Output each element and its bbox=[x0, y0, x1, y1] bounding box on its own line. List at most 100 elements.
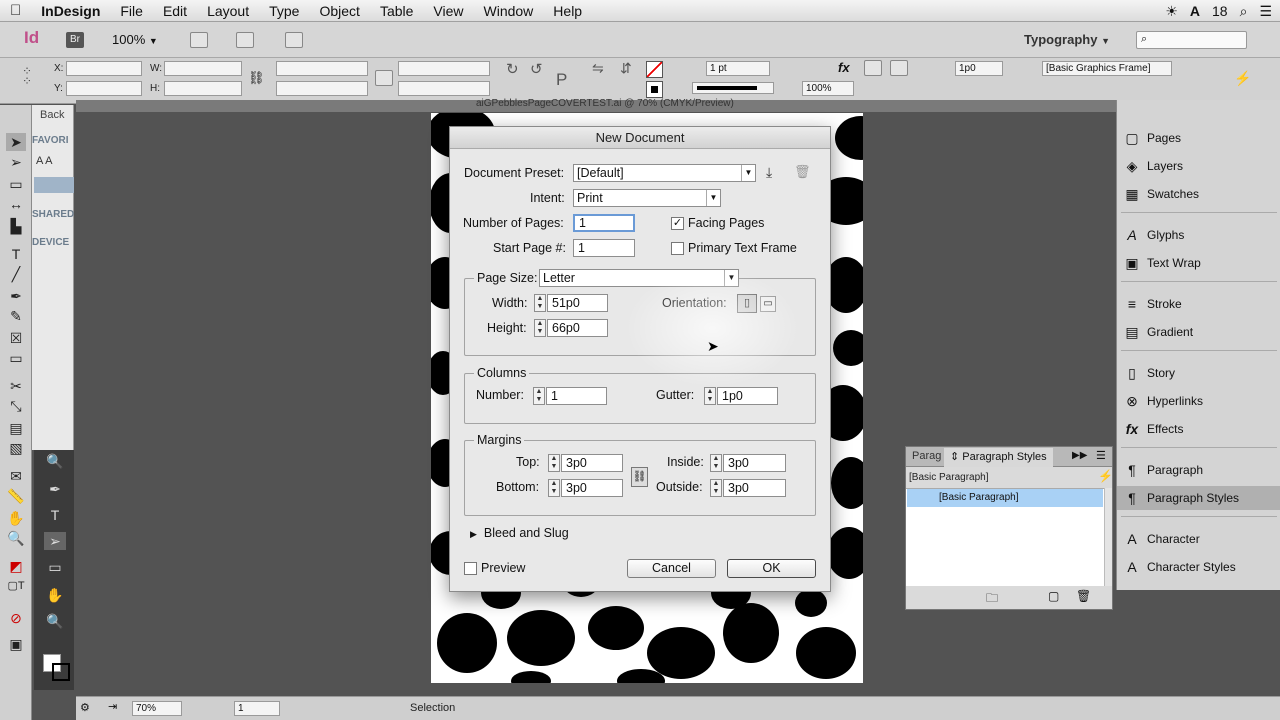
status-page-field[interactable]: 1 bbox=[234, 701, 280, 716]
favorites-item[interactable]: A A bbox=[36, 155, 53, 167]
facing-pages-checkbox[interactable]: ✓ bbox=[671, 217, 684, 230]
rectangle-frame-tool-icon[interactable]: ☒ bbox=[6, 329, 26, 347]
panel-collapse-icon[interactable]: ▶▶ bbox=[1072, 450, 1087, 461]
new-group-icon[interactable]: 🗀 bbox=[986, 589, 998, 610]
shear-field[interactable] bbox=[398, 81, 490, 96]
margin-inside-input[interactable]: 3p0 bbox=[723, 454, 786, 472]
portrait-orientation-button[interactable]: ▯ bbox=[737, 294, 757, 313]
intent-select[interactable]: Print ▼ bbox=[573, 189, 721, 207]
width-input[interactable]: 51p0 bbox=[547, 294, 608, 312]
rotate-90-ccw-icon[interactable]: ↺ bbox=[530, 60, 543, 78]
zoom-level-select[interactable]: 100% ▼ bbox=[112, 32, 158, 47]
panel-story[interactable]: ▯ Story bbox=[1117, 361, 1280, 385]
spotlight-search-icon[interactable]: ⌕ bbox=[1240, 3, 1248, 20]
document-title[interactable]: aiGPebblesPageCOVERTEST.ai @ 70% (CMYK/P… bbox=[476, 98, 734, 109]
create-style-icon[interactable]: ⚡ bbox=[1098, 469, 1113, 483]
menu-type[interactable]: Type bbox=[259, 3, 309, 19]
primary-text-frame-checkbox[interactable] bbox=[671, 242, 684, 255]
content-collector-icon[interactable]: ▙ bbox=[6, 217, 26, 235]
link-scale-button[interactable] bbox=[375, 70, 393, 86]
num-pages-input[interactable]: 1 bbox=[573, 214, 635, 232]
back-button[interactable]: Back bbox=[40, 109, 64, 121]
margin-top-input[interactable]: 3p0 bbox=[561, 454, 623, 472]
panel-pages[interactable]: ▢ Pages bbox=[1117, 126, 1280, 150]
flip-vertical-icon[interactable]: ⇵ bbox=[620, 60, 632, 77]
select-content-icon[interactable]: P bbox=[556, 70, 567, 90]
margin-top-stepper[interactable]: ▲ ▼ bbox=[548, 454, 560, 472]
height-input[interactable]: 66p0 bbox=[547, 319, 608, 337]
menu-list-icon[interactable]: ☰ bbox=[1259, 3, 1272, 20]
stroke-type-select[interactable] bbox=[692, 82, 774, 94]
type-tool-icon[interactable]: T bbox=[6, 245, 26, 263]
menu-layout[interactable]: Layout bbox=[197, 3, 259, 19]
save-preset-icon[interactable]: ⤓ bbox=[766, 164, 772, 181]
type-tool-icon[interactable]: T bbox=[44, 506, 66, 524]
page-tool-icon[interactable]: ▭ bbox=[6, 175, 26, 193]
formatting-container-icon[interactable]: ▢T bbox=[6, 577, 26, 595]
gutter-input[interactable]: 1p0 bbox=[717, 387, 778, 405]
start-page-input[interactable]: 1 bbox=[573, 239, 635, 257]
object-style-select[interactable]: [Basic Graphics Frame] bbox=[1042, 61, 1172, 76]
panel-text-wrap[interactable]: ▣ Text Wrap bbox=[1117, 251, 1280, 275]
page-transition-icon[interactable]: ⇥ bbox=[108, 700, 117, 713]
quick-apply-icon[interactable]: ⚡ bbox=[1234, 70, 1251, 87]
list-scrollbar[interactable] bbox=[1104, 488, 1112, 586]
panel-paragraph-styles[interactable]: ¶ Paragraph Styles bbox=[1117, 486, 1280, 510]
panel-swatches[interactable]: ▦ Swatches bbox=[1117, 182, 1280, 206]
hand-tool-icon[interactable]: ✋ bbox=[44, 586, 66, 604]
measure-tool-icon[interactable]: 📏 bbox=[6, 487, 26, 505]
flip-horizontal-icon[interactable]: ⇋ bbox=[592, 60, 604, 77]
rotation-field[interactable] bbox=[398, 61, 490, 76]
scale-x-field[interactable] bbox=[276, 61, 368, 76]
ok-button[interactable]: OK bbox=[727, 559, 816, 578]
panel-character[interactable]: A Character bbox=[1117, 527, 1280, 551]
status-zoom-field[interactable]: 70% bbox=[132, 701, 182, 716]
x-position-field[interactable] bbox=[66, 61, 142, 76]
line-tool-icon[interactable]: ╱ bbox=[6, 265, 26, 283]
zoom-tool-icon[interactable]: 🔍 bbox=[44, 452, 66, 470]
panel-menu-icon[interactable]: ☰ bbox=[1096, 449, 1106, 462]
eyedropper-tool-icon[interactable]: ✒ bbox=[44, 480, 66, 498]
delete-style-icon[interactable]: 🗑 bbox=[1076, 589, 1091, 603]
preview-checkbox[interactable] bbox=[464, 562, 477, 575]
gutter-stepper[interactable]: ▲ ▼ bbox=[704, 387, 716, 405]
stroke-weight-field[interactable]: 1 pt bbox=[706, 61, 770, 76]
height-field[interactable] bbox=[164, 81, 242, 96]
menu-app-name[interactable]: InDesign bbox=[31, 3, 110, 19]
apply-none-icon[interactable]: ⊘ bbox=[6, 609, 26, 627]
stroke-swatch[interactable] bbox=[52, 663, 70, 681]
scale-y-field[interactable] bbox=[276, 81, 368, 96]
panel-character-styles[interactable]: A Character Styles bbox=[1117, 555, 1280, 579]
help-search-input[interactable]: ⌕ bbox=[1136, 31, 1247, 49]
text-wrap-none-button[interactable] bbox=[864, 60, 882, 76]
bridge-button[interactable]: Br bbox=[66, 32, 84, 48]
workspace-switcher[interactable]: Typography ▼ bbox=[1024, 32, 1110, 47]
opacity-field[interactable]: 100% bbox=[802, 81, 854, 96]
width-stepper[interactable]: ▲ ▼ bbox=[534, 294, 546, 312]
list-item[interactable]: [Basic Paragraph] bbox=[907, 489, 1103, 507]
chain-link-icon[interactable]: ⛓ bbox=[631, 467, 648, 487]
panel-glyphs[interactable]: A Glyphs bbox=[1117, 223, 1280, 247]
page-size-select[interactable]: Letter ▼ bbox=[539, 269, 739, 287]
menu-window[interactable]: Window bbox=[474, 3, 544, 19]
panel-paragraph[interactable]: ¶ Paragraph bbox=[1117, 458, 1280, 482]
reference-field[interactable]: 1p0 bbox=[955, 61, 1003, 76]
rectangle-tool-icon[interactable]: ▭ bbox=[44, 558, 66, 576]
zoom-tool-icon[interactable]: 🔍 bbox=[6, 529, 26, 547]
columns-number-stepper[interactable]: ▲ ▼ bbox=[533, 387, 545, 405]
bleed-slug-disclosure[interactable]: ▶ Bleed and Slug bbox=[470, 526, 569, 540]
note-tool-icon[interactable]: ✉ bbox=[6, 467, 26, 485]
constrain-proportions-icon[interactable]: ⛓ bbox=[248, 70, 265, 86]
width-field[interactable] bbox=[164, 61, 242, 76]
menu-file[interactable]: File bbox=[110, 3, 153, 19]
gap-tool-icon[interactable]: ↔ bbox=[6, 195, 26, 213]
stroke-black-swatch[interactable] bbox=[646, 81, 663, 98]
selection-tool-icon[interactable]: ➤ bbox=[6, 133, 26, 151]
screen-mode-icon[interactable]: ▣ bbox=[6, 635, 26, 653]
cancel-button[interactable]: Cancel bbox=[627, 559, 716, 578]
margin-bottom-input[interactable]: 3p0 bbox=[561, 479, 623, 497]
reference-point-icon[interactable]: ⁘ ⁘ bbox=[22, 65, 32, 87]
screen-mode-button[interactable] bbox=[236, 32, 254, 48]
menu-edit[interactable]: Edit bbox=[153, 3, 197, 19]
y-position-field[interactable] bbox=[66, 81, 142, 96]
